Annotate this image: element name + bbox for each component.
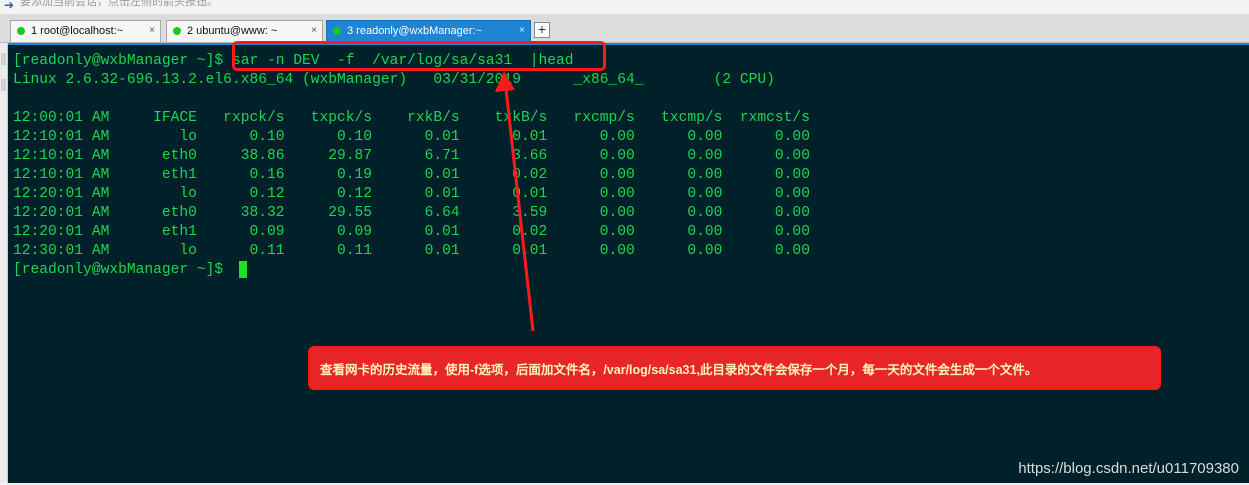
annotation-note: 查看网卡的历史流量，使用-f选项，后面加文件名，/var/log/sa/sa31… [308, 346, 1161, 390]
tab-close-icon[interactable]: × [519, 21, 525, 41]
tab-label: 3 readonly@wxbManager:~ [347, 25, 482, 37]
strip-handle-icon [1, 79, 6, 91]
session-hint-bar: ➔ 要添加当前会话，点击左侧的箭头按钮。 [0, 0, 1249, 14]
add-session-arrow-icon[interactable]: ➔ [4, 0, 14, 12]
tab-close-icon[interactable]: × [311, 21, 317, 41]
annotation-arrow-icon [495, 71, 535, 332]
tab-ubuntu-www[interactable]: 2 ubuntu@www: ~ × [166, 20, 323, 42]
add-tab-button[interactable]: + [534, 22, 550, 38]
watermark-url: https://blog.csdn.net/u011709380 [1018, 460, 1239, 477]
connected-status-icon [333, 27, 341, 35]
tab-label: 1 root@localhost:~ [31, 25, 124, 37]
tab-root-localhost[interactable]: 1 root@localhost:~ × [10, 20, 161, 42]
connected-status-icon [17, 27, 25, 35]
tab-label: 2 ubuntu@www: ~ [187, 25, 278, 37]
strip-handle-icon [1, 53, 6, 65]
terminal-window[interactable]: [readonly@wxbManager ~]$ sar -n DEV -f /… [8, 41, 1249, 483]
session-tab-bar: 1 root@localhost:~ × 2 ubuntu@www: ~ × 3… [0, 14, 1249, 43]
tab-close-icon[interactable]: × [149, 21, 155, 41]
session-hint-text: 要添加当前会话，点击左侧的箭头按钮。 [20, 0, 218, 8]
connected-status-icon [173, 27, 181, 35]
annotation-text: 查看网卡的历史流量，使用-f选项，后面加文件名，/var/log/sa/sa31… [320, 363, 1038, 377]
session-manager-strip[interactable] [0, 43, 8, 483]
tab-readonly-wxbmanager[interactable]: 3 readonly@wxbManager:~ × [326, 20, 531, 42]
